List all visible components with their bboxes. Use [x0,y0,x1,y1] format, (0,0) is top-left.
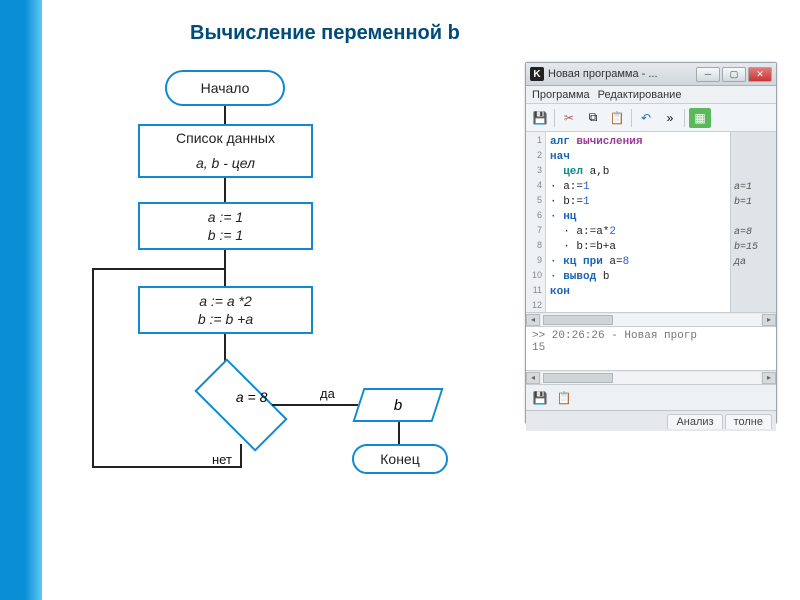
fc-connector [92,466,242,468]
fc-no-label: нет [212,452,232,467]
ide-gutter: 123456789101112 [526,132,546,312]
fc-data-header: Список данных [138,124,313,152]
fc-output: b [352,388,443,422]
copy-icon[interactable]: ⧉ [583,108,603,128]
console-line-time: >> 20:26:26 - Новая прогр [532,330,770,342]
tab-analysis[interactable]: Анализ [667,414,722,429]
scroll-track[interactable] [541,372,761,384]
fc-connector [92,268,94,468]
scroll-thumb[interactable] [543,373,613,383]
fc-connector [224,178,226,202]
ide-window: K Новая программа - ... ─ ▢ ✕ Программа … [525,62,777,424]
ide-hscrollbar[interactable]: ◂ ▸ [526,312,776,326]
fc-connector [398,422,400,446]
ide-trace-column: a=1b=1a=8b=15да [730,132,776,312]
expand-icon[interactable]: » [660,108,680,128]
scroll-right-icon[interactable]: ▸ [762,372,776,384]
ide-console: >> 20:26:26 - Новая прогр 15 [526,326,776,370]
fc-yes-label: да [320,386,335,401]
ide-bottom-tabs: Анализ толне [526,410,776,431]
decorative-left-strip [0,0,42,600]
menu-program[interactable]: Программа [532,89,590,101]
ide-bottom-toolbar: 💾 📋 [526,384,776,410]
separator [684,109,685,127]
page-title: Вычисление переменной b [190,22,460,45]
ide-titlebar[interactable]: K Новая программа - ... ─ ▢ ✕ [526,63,776,86]
scroll-right-icon[interactable]: ▸ [762,314,776,326]
close-button[interactable]: ✕ [748,67,772,82]
ide-menubar: Программа Редактирование [526,86,776,104]
cut-icon[interactable]: ✂ [559,108,579,128]
fc-output-label: b [394,397,402,414]
fc-data-decl-label: a, b - цел [196,154,255,172]
fc-data-decl: a, b - цел [138,150,313,178]
fc-connector [272,404,358,406]
ide-toolbar: 💾 ✂ ⧉ 📋 ↶ » ▦ [526,104,776,132]
undo-icon[interactable]: ↶ [636,108,656,128]
separator [554,109,555,127]
scroll-track[interactable] [541,314,761,326]
fc-connector [240,444,242,468]
maximize-button[interactable]: ▢ [722,67,746,82]
separator [631,109,632,127]
console-line-output: 15 [532,342,770,354]
save-icon[interactable]: 💾 [530,108,550,128]
fc-loop-body: a := a *2 b := b +a [138,286,313,334]
fc-start: Начало [165,70,285,106]
fc-start-label: Начало [201,79,250,97]
fc-loop-line2: b := b +a [198,310,253,328]
ide-app-icon: K [530,67,544,81]
ide-window-title: Новая программа - ... [548,68,696,80]
fc-end-label: Конец [380,450,419,468]
fc-end: Конец [352,444,448,474]
ide-console-hscrollbar[interactable]: ◂ ▸ [526,370,776,384]
fc-init-line2: b := 1 [208,226,243,244]
tab-full[interactable]: толне [725,414,772,429]
fc-connector [92,268,226,270]
scroll-left-icon[interactable]: ◂ [526,372,540,384]
paste-icon[interactable]: 📋 [554,388,574,408]
fc-loop-line1: a := a *2 [199,292,252,310]
fc-decision-label: a = 8 [209,389,295,405]
minimize-button[interactable]: ─ [696,67,720,82]
run-icon[interactable]: ▦ [689,108,711,128]
scroll-thumb[interactable] [543,315,613,325]
fc-data-header-label: Список данных [176,129,275,147]
scroll-left-icon[interactable]: ◂ [526,314,540,326]
ide-code[interactable]: алг вычислениянач цел a,b· a:=1· b:=1· н… [546,132,730,312]
ide-editor[interactable]: 123456789101112 алг вычислениянач цел a,… [526,132,776,312]
menu-edit[interactable]: Редактирование [598,89,682,101]
paste-icon[interactable]: 📋 [607,108,627,128]
save-icon[interactable]: 💾 [530,388,550,408]
fc-init: a := 1 b := 1 [138,202,313,250]
fc-init-line1: a := 1 [208,208,243,226]
fc-connector [224,106,226,124]
